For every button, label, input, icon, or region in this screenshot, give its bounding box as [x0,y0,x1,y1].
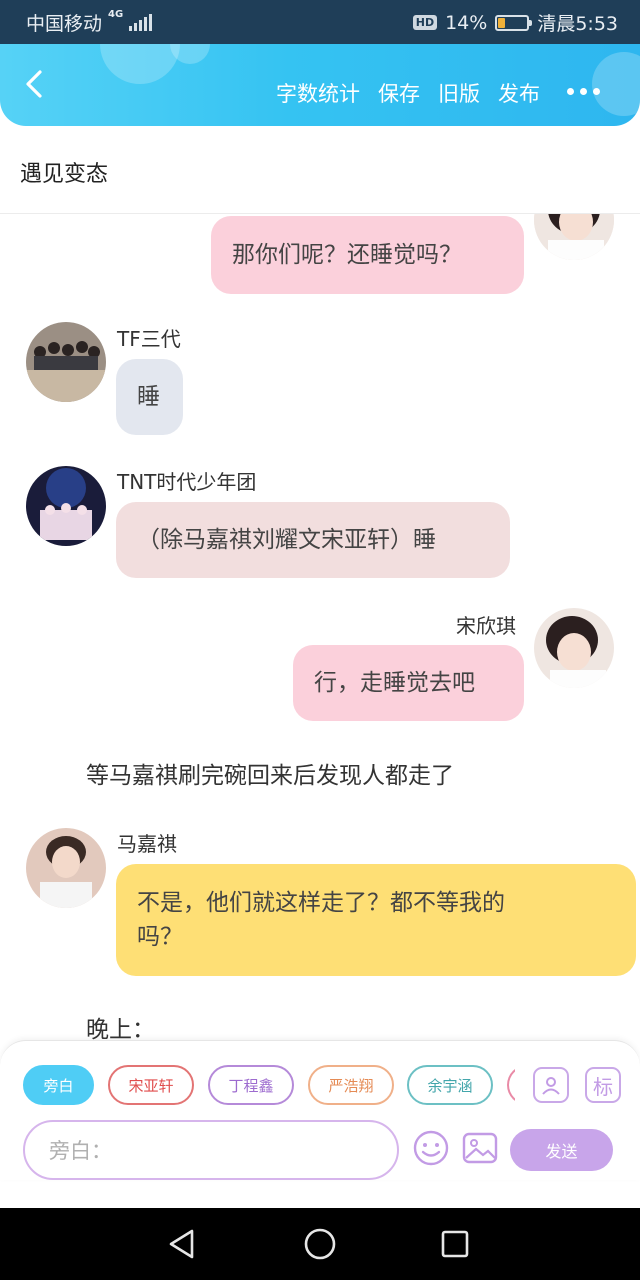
carrier-label: 中国移动 [26,13,103,35]
role-chip-song-yaxuan[interactable]: 宋亚轩 [108,1065,194,1105]
sender-name: 宋欣琪 [456,614,516,638]
status-left: 中国移动 4G [26,9,153,36]
stage-photo-avatar-image [26,466,106,546]
app-screen: 中国移动 4G HD 14% 清晨5:53 字数统计 保存 旧版 发布 遇见变态 [0,0,640,1280]
narration-text: 等马嘉祺刷完碗回来后发现人都走了 [86,763,454,789]
battery-level [498,17,506,28]
role-chip-yu-yuhan[interactable]: 余宇涵 [407,1065,493,1105]
avatar[interactable] [26,466,106,546]
hd-badge: HD [412,15,438,30]
old-version-button[interactable]: 旧版 [438,78,480,108]
status-right: HD 14% 清晨5:53 [412,9,618,36]
avatar[interactable] [534,608,614,688]
send-button-label: 发送 [545,1142,578,1161]
message-bubble[interactable]: 不是，他们就这样走了？都不等我的 吗？ [116,864,636,976]
girl-avatar-image [534,214,614,260]
avatar[interactable] [26,322,106,402]
send-button[interactable]: 发送 [510,1129,613,1171]
save-button[interactable]: 保存 [378,78,420,108]
role-chip-narrator[interactable]: 旁白 [23,1065,94,1105]
group-photo-avatar-image [26,322,106,402]
story-title: 遇见变态 [20,162,109,187]
message-text: 睡 [137,384,160,410]
message-text-line-2: 吗？ [137,924,183,950]
message-bubble[interactable]: （除马嘉祺刘耀文宋亚轩）睡 [116,502,510,578]
image-icon[interactable] [461,1129,499,1167]
message-bubble[interactable]: 行，走睡觉去吧 [293,645,524,721]
message-text-line-1: 不是，他们就这样走了？都不等我的 [137,890,505,916]
message-text: 那你们呢？还睡觉吗？ [232,242,462,268]
chat-area[interactable]: 那你们呢？还睡觉吗？ TF三代 睡 TNT时代少年团 （除马嘉祺刘耀文宋亚轩）睡… [0,214,640,1040]
role-chip-label: 严浩翔 [328,1076,374,1095]
word-count-button[interactable]: 字数统计 [276,78,360,108]
tag-icon-label: 标 [593,1074,613,1099]
role-chip-ding-chengxin[interactable]: 丁程鑫 [208,1065,294,1105]
header-actions: 字数统计 保存 旧版 发布 [276,78,540,108]
nav-back-icon[interactable] [166,1228,198,1260]
avatar[interactable] [534,214,614,260]
role-chip-label: 宋亚轩 [128,1076,174,1095]
message-bubble[interactable]: 睡 [116,359,183,435]
top-header: 字数统计 保存 旧版 发布 [0,44,640,126]
system-nav-bar [0,1208,640,1280]
sender-name: TNT时代少年团 [117,470,257,494]
publish-button[interactable]: 发布 [498,78,540,108]
boy-avatar-image [26,828,106,908]
add-role-icon[interactable] [533,1067,569,1103]
girl-avatar-image [534,608,614,688]
input-panel: 旁白 宋亚轩 丁程鑫 严浩翔 余宇涵 标 旁白： 发送 [0,1040,640,1180]
sender-name: TF三代 [117,327,181,351]
narration-text: 晚上： [86,1017,155,1040]
avatar[interactable] [26,828,106,908]
emoji-icon[interactable] [412,1129,450,1167]
status-bar: 中国移动 4G HD 14% 清晨5:53 [0,0,640,44]
message-input[interactable]: 旁白： [23,1120,399,1180]
role-chip-label: 丁程鑫 [228,1076,274,1095]
nav-recents-icon[interactable] [440,1229,470,1259]
message-text: 行，走睡觉去吧 [314,670,475,696]
clock: 清晨5:53 [537,13,618,35]
role-chip-yan-haoxiang[interactable]: 严浩翔 [308,1065,394,1105]
battery-icon [495,14,533,31]
message-input-placeholder: 旁白： [49,1139,112,1163]
more-icon[interactable] [567,88,600,95]
message-text: （除马嘉祺刘耀文宋亚轩）睡 [137,527,436,553]
role-chip-label: 余宇涵 [427,1076,473,1095]
battery-percent: 14% [445,11,488,34]
signal-icon [129,13,153,31]
message-bubble[interactable]: 那你们呢？还睡觉吗？ [211,216,524,294]
role-chip-label: 旁白 [43,1076,74,1095]
tag-icon[interactable]: 标 [585,1067,621,1103]
nav-home-icon[interactable] [303,1227,337,1261]
back-arrow-icon[interactable] [18,66,54,102]
network-label: 4G [108,9,124,20]
sender-name: 马嘉祺 [117,832,177,856]
